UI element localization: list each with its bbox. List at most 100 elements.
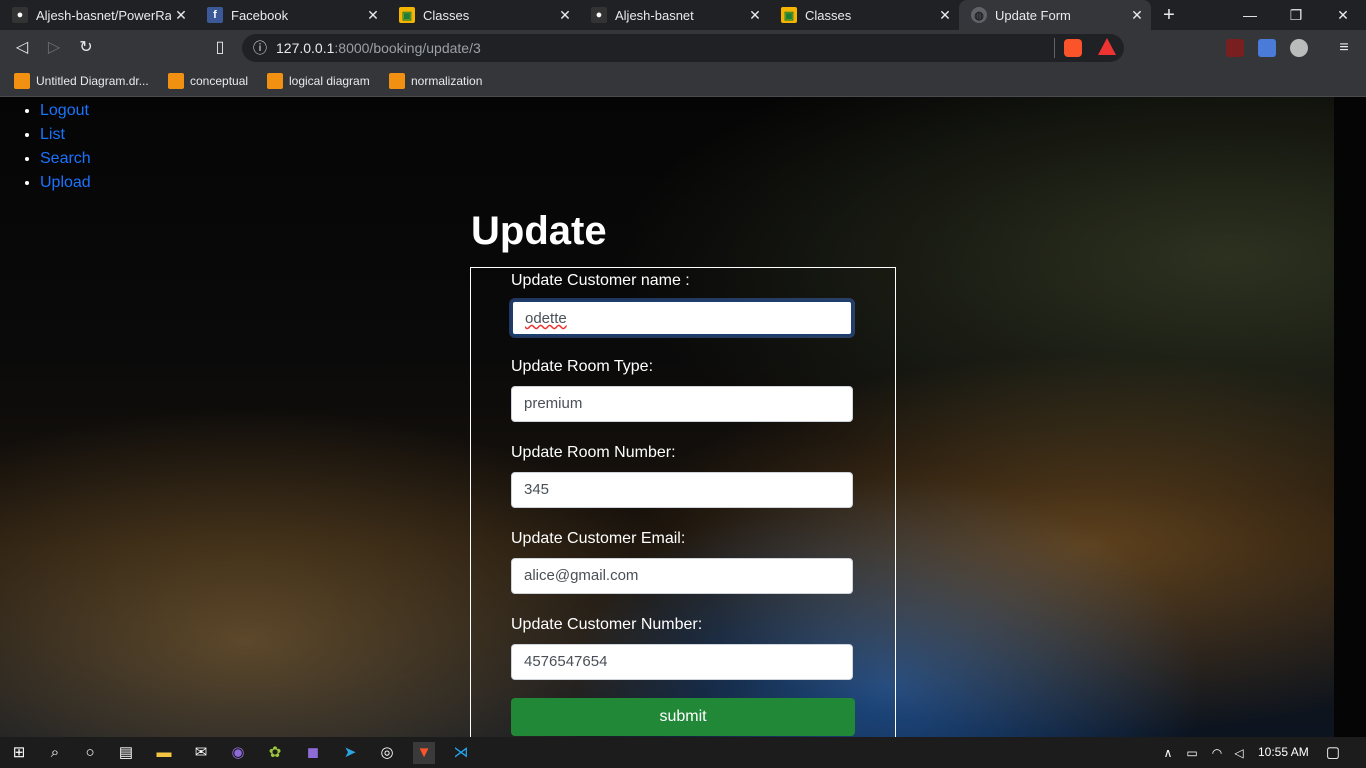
close-icon[interactable]: ✕ [745,7,765,24]
close-window-button[interactable]: ✕ [1320,0,1366,30]
customer-number-input[interactable]: 4576547654 [511,644,853,680]
close-icon[interactable]: ✕ [363,7,383,24]
bookmark-label: logical diagram [289,74,370,88]
address-bar[interactable]: ⓘ 127.0.0.1:8000/booking/update/3 [242,34,1124,62]
wifi-icon[interactable]: ◠ [1206,742,1228,764]
reload-button[interactable]: ↻ [74,36,98,60]
notification-icon[interactable]: ▢ [1322,742,1344,764]
browser-tab-bar: ● Aljesh-basnet/PowerRang ✕ f Facebook ✕… [0,0,1366,30]
room-number-input[interactable]: 345 [511,472,853,508]
bookmarks-bar: Untitled Diagram.dr... conceptual logica… [0,66,1366,97]
list-link[interactable]: List [40,126,65,143]
minimize-button[interactable]: — [1227,0,1273,30]
file-explorer-icon[interactable]: ▬ [153,742,175,764]
nav-list: Logout List Search Upload [22,99,91,195]
page-title: Update [471,209,607,253]
customer-name-input[interactable]: odette [511,300,853,336]
settings-icon[interactable]: ◎ [376,742,398,764]
classroom-icon: ▣ [399,7,415,23]
forward-button[interactable]: ▷ [42,36,66,60]
back-button[interactable]: ◁ [10,36,34,60]
browser-toolbar: ◁ ▷ ↻ ▯ ⓘ 127.0.0.1:8000/booking/update/… [0,30,1366,66]
bookmark-label: normalization [411,74,483,88]
classroom-icon: ▣ [781,7,797,23]
github-icon: ● [591,7,607,23]
url-text[interactable]: 127.0.0.1:8000/booking/update/3 [276,40,481,56]
bookmark-icon[interactable]: ▯ [208,36,232,60]
bookmark-item[interactable]: logical diagram [267,71,370,91]
battery-icon[interactable]: ▭ [1181,742,1203,764]
nav-item-logout: Logout [40,99,91,123]
clock[interactable]: 10:55 AM [1258,745,1309,759]
facebook-icon: f [207,7,223,23]
close-icon[interactable]: ✕ [935,7,955,24]
nav-item-upload: Upload [40,171,91,195]
close-icon[interactable]: ✕ [171,7,191,24]
cortana-icon[interactable]: ○ [79,742,101,764]
update-form: Update Customer name : odette Update Roo… [470,267,896,737]
tab-title: Aljesh-basnet [615,7,694,23]
bookmark-label: Untitled Diagram.dr... [36,74,149,88]
url-path: :8000/booking/update/3 [334,40,481,56]
bookmark-label: conceptual [190,74,249,88]
input-value: 4576547654 [524,653,608,670]
customer-email-input[interactable]: alice@gmail.com [511,558,853,594]
viber-icon[interactable]: ◉ [227,742,249,764]
brave-shield-icon[interactable] [1064,39,1082,57]
customer-number-label: Update Customer Number: [511,616,703,633]
tab-title: Update Form [995,7,1071,23]
close-icon[interactable]: ✕ [1127,7,1147,24]
tab-title: Classes [423,7,470,23]
chevron-up-icon[interactable]: ∧ [1157,742,1179,764]
mail-icon[interactable]: ✉ [190,742,212,764]
drawio-icon [168,73,184,89]
submit-button[interactable]: submit [511,698,855,736]
customer-name-label: Update Customer name : [511,272,690,289]
extension-icon[interactable] [1290,39,1308,57]
room-type-input[interactable]: premium [511,386,853,422]
input-value: 345 [524,481,550,498]
tab-github-aljesh[interactable]: ● Aljesh-basnet ✕ [579,0,769,30]
new-tab-button[interactable]: + [1158,4,1180,26]
drawio-icon [389,73,405,89]
bookmark-item[interactable]: normalization [389,71,482,91]
tab-title: Facebook [231,7,289,23]
search-link[interactable]: Search [40,150,91,167]
tab-title: Classes [805,7,852,23]
brave-rewards-icon[interactable] [1098,38,1116,55]
taskbar: ⊞ ⌕ ○ ▤ ▬ ✉ ◉ ✿ ◼ ➤ ◎ ▼ ⋊ ∧ ▭ ◠ ◁ 10:55 … [0,737,1366,768]
vscode-icon[interactable]: ⋊ [450,742,472,764]
restore-button[interactable]: ❐ [1273,0,1319,30]
url-host: 127.0.0.1 [276,40,335,56]
tab-title: Aljesh-basnet/PowerRang [36,7,171,23]
telegram-icon[interactable]: ➤ [339,742,361,764]
tab-update-form[interactable]: ◍ Update Form ✕ [959,0,1151,30]
page-background: Logout List Search Upload Update Update … [0,97,1366,737]
upload-link[interactable]: Upload [40,174,91,191]
tab-classes[interactable]: ▣ Classes ✕ [387,0,579,30]
search-icon[interactable]: ⌕ [44,742,66,764]
menu-icon[interactable]: ≡ [1332,36,1356,60]
pdf-extension-icon[interactable] [1226,39,1244,57]
drawio-icon [267,73,283,89]
volume-icon[interactable]: ◁ [1228,742,1250,764]
nav-item-search: Search [40,147,91,171]
info-icon[interactable]: ⓘ [252,40,268,56]
logout-link[interactable]: Logout [40,102,89,119]
tab-classes-2[interactable]: ▣ Classes ✕ [769,0,959,30]
close-icon[interactable]: ✕ [555,7,575,24]
windows-start-icon[interactable]: ⊞ [8,742,30,764]
translate-extension-icon[interactable] [1258,39,1276,57]
brave-browser-icon[interactable]: ▼ [413,742,435,764]
app-icon[interactable]: ✿ [264,742,286,764]
tab-github-powerrang[interactable]: ● Aljesh-basnet/PowerRang ✕ [0,0,195,30]
bookmark-item[interactable]: conceptual [168,71,248,91]
globe-icon: ◍ [971,7,987,23]
bookmark-item[interactable]: Untitled Diagram.dr... [14,71,149,91]
input-value: alice@gmail.com [524,567,639,584]
task-view-icon[interactable]: ▤ [115,742,137,764]
tab-facebook[interactable]: f Facebook ✕ [195,0,387,30]
input-value: premium [524,395,583,412]
room-number-label: Update Room Number: [511,444,676,461]
app-icon[interactable]: ◼ [302,742,324,764]
